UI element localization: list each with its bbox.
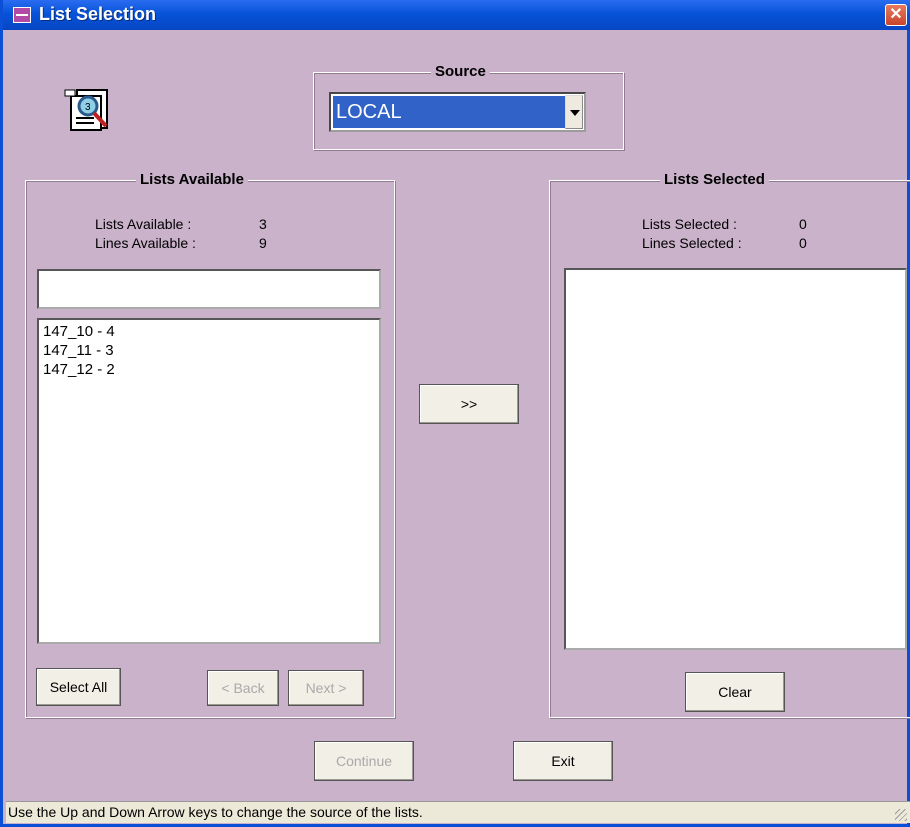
window-icon [13,7,31,23]
source-legend: Source [431,63,490,80]
lists-available-count: 3 [259,216,267,232]
exit-button[interactable]: Exit [513,741,613,781]
chevron-down-icon[interactable] [565,95,583,129]
list-search-icon: 3 [64,89,108,131]
next-label: Next > [305,680,347,696]
list-item[interactable]: 147_11 - 3 [43,341,375,360]
source-dropdown[interactable]: LOCAL [329,92,586,132]
back-label: < Back [221,680,265,696]
select-all-label: Select All [49,679,108,695]
lists-available-legend: Lists Available [136,171,248,188]
list-item[interactable]: 147_10 - 4 [43,322,375,341]
close-button[interactable]: ✕ [885,4,907,26]
lines-available-label: Lines Available : [95,235,196,251]
resize-grip-icon[interactable] [895,809,907,821]
next-button[interactable]: Next > [288,670,364,706]
back-button[interactable]: < Back [207,670,279,706]
status-bar: Use the Up and Down Arrow keys to change… [6,801,910,823]
title-bar[interactable]: List Selection ✕ [3,0,910,30]
add-to-selected-button[interactable]: >> [419,384,519,424]
list-item[interactable]: 147_12 - 2 [43,360,375,379]
list-selection-window: List Selection ✕ 3 Source LOCAL Lists Av… [0,0,910,827]
source-dropdown-value[interactable]: LOCAL [333,96,565,128]
lines-selected-label: Lines Selected : [642,235,742,251]
continue-button[interactable]: Continue [314,741,414,781]
exit-label: Exit [551,753,575,769]
list-filter-input[interactable] [37,269,381,309]
window-title: List Selection [39,4,157,24]
add-to-selected-label: >> [460,396,478,412]
lines-selected-count: 0 [799,235,807,251]
available-lists-listbox[interactable]: 147_10 - 4 147_11 - 3 147_12 - 2 [37,318,381,644]
lists-selected-label: Lists Selected : [642,216,737,232]
lists-available-label: Lists Available : [95,216,192,232]
clear-label: Clear [718,684,752,700]
lists-selected-count: 0 [799,216,807,232]
continue-label: Continue [335,753,393,769]
clear-button[interactable]: Clear [685,672,785,712]
selected-lists-listbox[interactable] [564,268,907,650]
lists-selected-legend: Lists Selected [660,171,769,188]
lines-available-count: 9 [259,235,267,251]
status-text: Use the Up and Down Arrow keys to change… [8,804,423,820]
svg-text:3: 3 [85,102,91,113]
select-all-button[interactable]: Select All [36,668,121,706]
